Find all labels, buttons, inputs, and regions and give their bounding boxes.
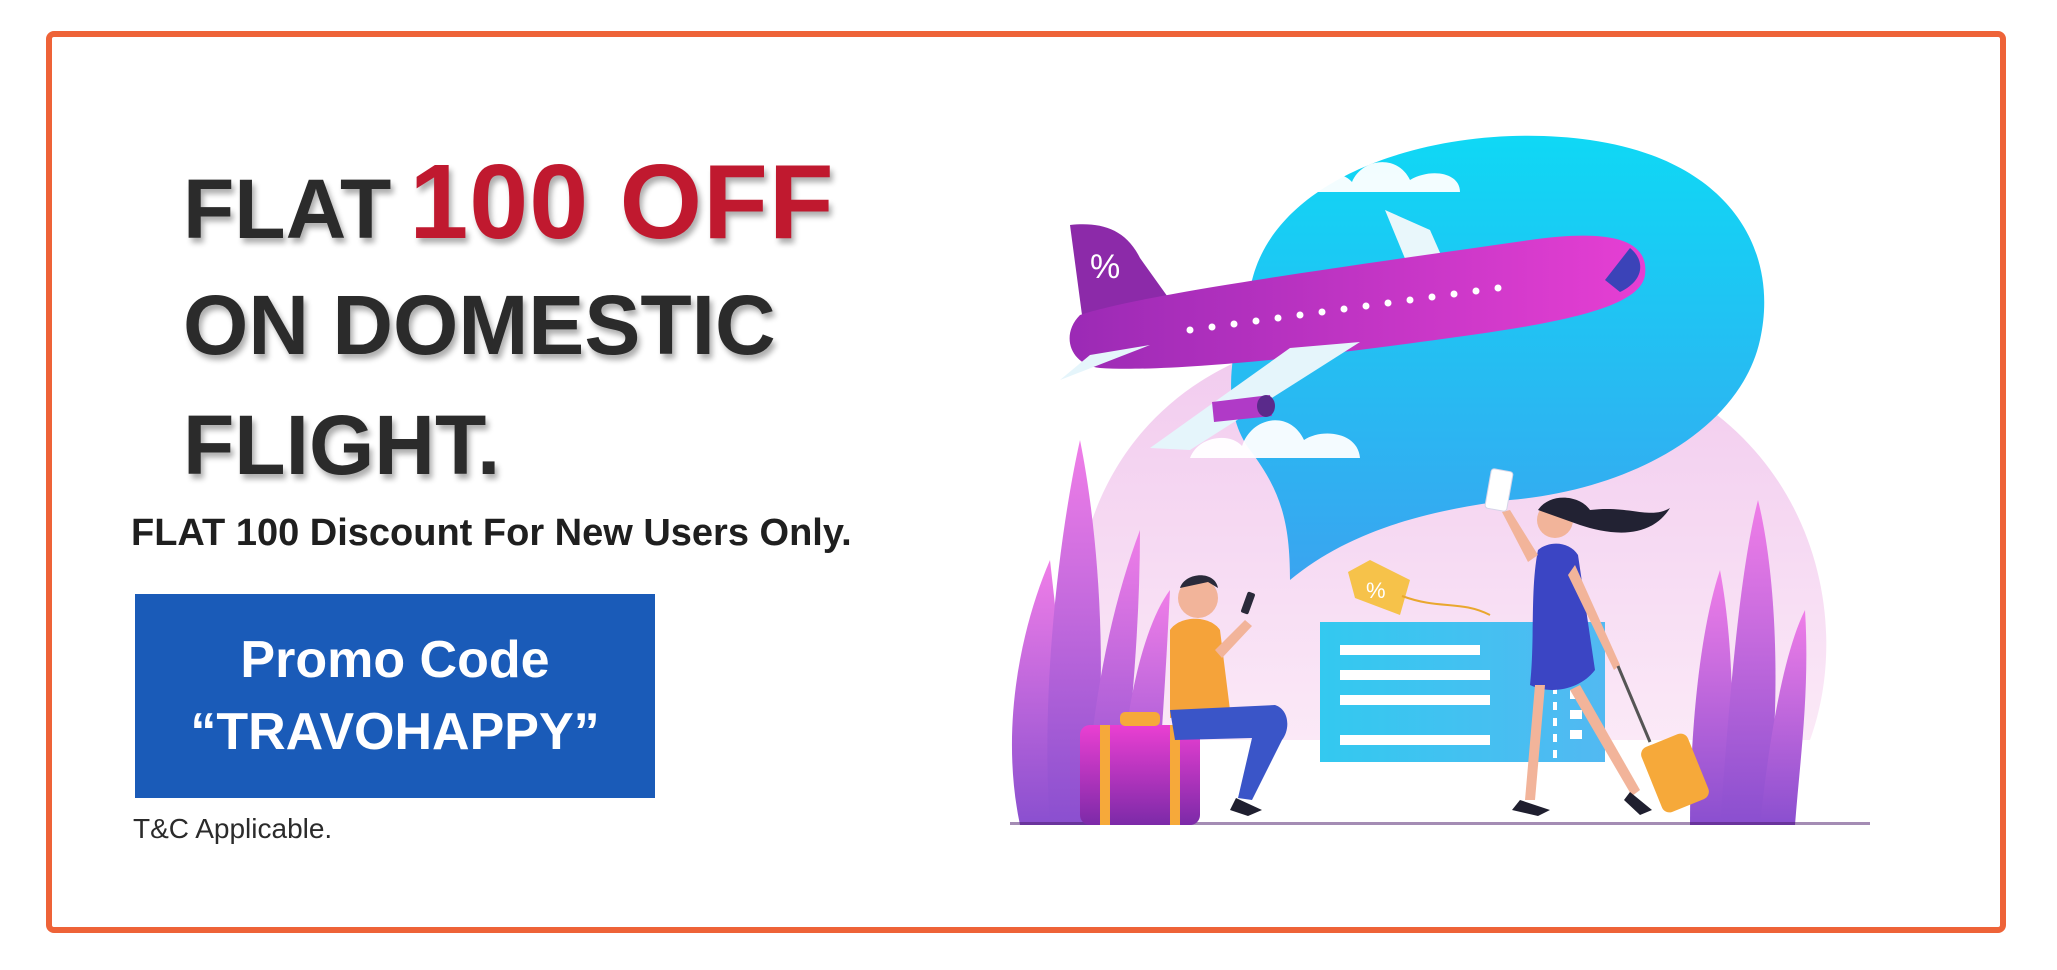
tag-percent-text: % [1366, 578, 1386, 603]
headline-line-2: ON DOMESTIC [183, 278, 776, 372]
plane-percent-text: % [1090, 248, 1120, 286]
travel-illustration: % % [1010, 135, 1870, 825]
promo-code-value: “TRAVOHAPPY” [190, 703, 600, 761]
headline-line-3: FLIGHT. [183, 398, 501, 492]
promo-code-label: Promo Code [240, 631, 550, 689]
headline: FLAT 100 OFF ON DOMESTIC FLIGHT. [183, 149, 835, 513]
headline-prefix: FLAT [183, 162, 392, 256]
promo-code-box[interactable]: Promo Code “TRAVOHAPPY” [135, 594, 655, 798]
terms-text: T&C Applicable. [133, 813, 333, 844]
headline-discount: 100 OFF [409, 143, 835, 261]
subheadline: FLAT 100 Discount For New Users Only. [131, 512, 852, 554]
